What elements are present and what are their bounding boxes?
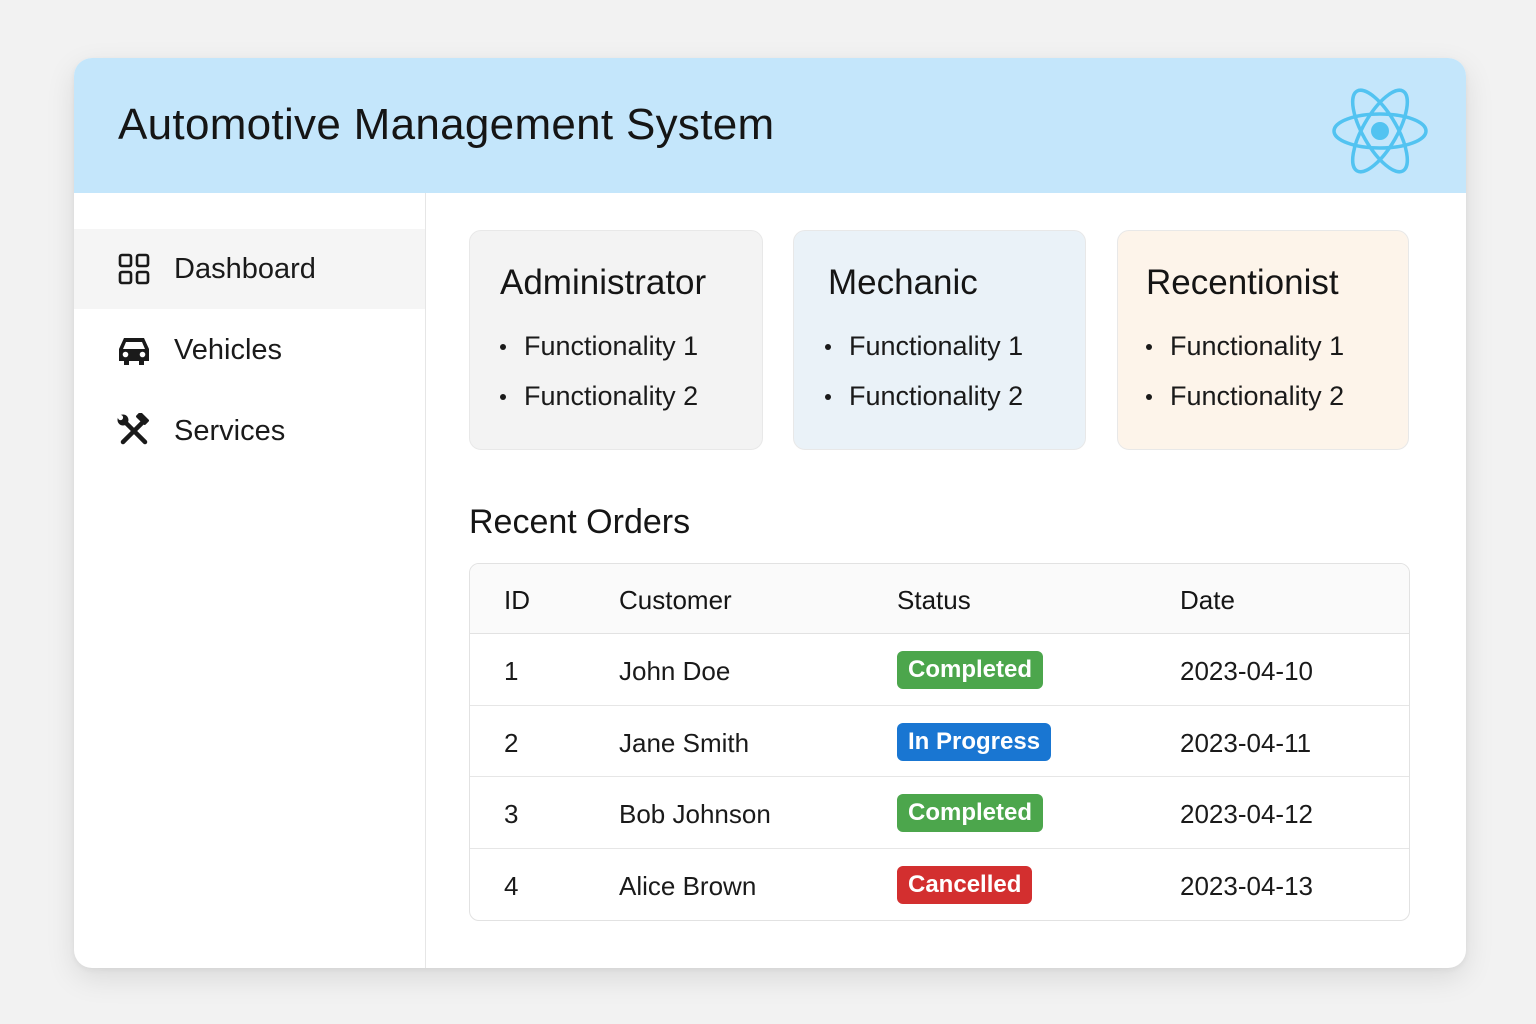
role-functionality-list: Functionality 1 Functionality 2 [825, 329, 1023, 429]
app-title: Automotive Management System [118, 100, 775, 149]
order-date: 2023-04-13 [1180, 870, 1313, 901]
order-date: 2023-04-11 [1180, 727, 1312, 758]
sidebar-item-dashboard[interactable]: Dashboard [74, 229, 425, 309]
role-card-administrator: Administrator Functionality 1 Functional… [469, 230, 763, 450]
column-header-id[interactable]: ID [504, 585, 530, 616]
role-title: Mechanic [828, 263, 978, 302]
sidebar-item-label: Services [174, 414, 286, 447]
status-badge: Completed [897, 794, 1044, 832]
app-window: Automotive Management System Dashboard V… [74, 58, 1466, 968]
sidebar-item-vehicles[interactable]: Vehicles [74, 310, 425, 390]
table-row[interactable]: 3 Bob Johnson Completed 2023-04-12 [470, 777, 1409, 849]
table-row[interactable]: 4 Alice Brown Cancelled 2023-04-13 [470, 849, 1409, 921]
order-customer: Jane Smith [619, 727, 750, 758]
column-header-status[interactable]: Status [897, 585, 971, 616]
table-row[interactable]: 2 Jane Smith In Progress 2023-04-11 [470, 706, 1409, 777]
status-badge: Completed [897, 651, 1044, 689]
table-row[interactable]: 1 John Doe Completed 2023-04-10 [470, 634, 1409, 706]
role-functionality-list: Functionality 1 Functionality 2 [1146, 329, 1344, 429]
main-content: Administrator Functionality 1 Functional… [426, 193, 1466, 968]
grid-icon [116, 251, 152, 287]
order-customer: Bob Johnson [619, 799, 771, 829]
order-id: 1 [504, 656, 519, 686]
orders-table: ID Customer Status Date 1 John Doe Compl… [469, 563, 1410, 921]
order-date: 2023-04-12 [1180, 799, 1313, 829]
recent-orders-title: Recent Orders [469, 503, 691, 541]
list-item: Functionality 1 [500, 329, 698, 379]
sidebar: Dashboard Vehicles Services [74, 193, 426, 968]
status-badge: In Progress [897, 722, 1052, 761]
list-item: Functionality 1 [1146, 329, 1344, 379]
status-badge: Cancelled [897, 865, 1033, 904]
column-header-date[interactable]: Date [1180, 585, 1235, 616]
order-id: 4 [504, 870, 519, 901]
order-customer: Alice Brown [619, 870, 757, 901]
order-customer: John Doe [619, 656, 731, 686]
order-id: 2 [504, 727, 519, 758]
order-id: 3 [504, 799, 519, 829]
car-icon [116, 332, 152, 368]
column-header-customer[interactable]: Customer [619, 585, 732, 616]
table-header-row: ID Customer Status Date [470, 564, 1409, 634]
react-atom-icon [1332, 88, 1428, 174]
list-item: Functionality 2 [1146, 379, 1344, 429]
sidebar-item-services[interactable]: Services [74, 391, 425, 471]
tools-icon [116, 413, 152, 449]
role-card-receptionist: Recentionist Functionality 1 Functionali… [1117, 230, 1409, 450]
role-functionality-list: Functionality 1 Functionality 2 [500, 329, 698, 429]
role-title: Administrator [500, 263, 707, 302]
sidebar-item-label: Dashboard [174, 252, 316, 285]
app-header: Automotive Management System [74, 58, 1466, 193]
role-card-mechanic: Mechanic Functionality 1 Functionality 2 [793, 230, 1086, 450]
list-item: Functionality 1 [825, 329, 1023, 379]
list-item: Functionality 2 [500, 379, 698, 429]
role-title: Recentionist [1146, 263, 1339, 302]
list-item: Functionality 2 [825, 379, 1023, 429]
order-date: 2023-04-10 [1180, 656, 1313, 686]
sidebar-item-label: Vehicles [174, 333, 283, 366]
